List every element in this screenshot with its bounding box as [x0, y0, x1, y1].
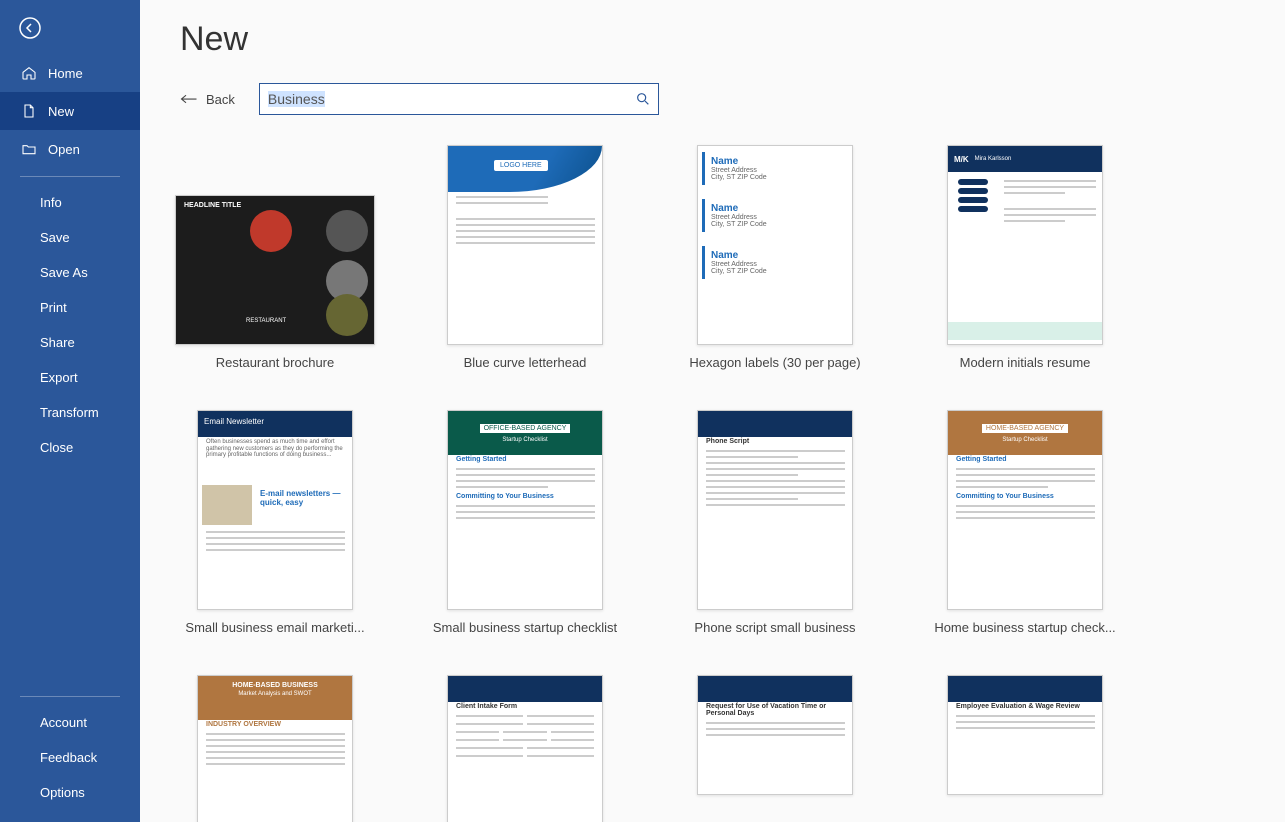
template-card[interactable]: Client Intake Form Small business client… — [430, 675, 620, 822]
sidebar-label: Home — [48, 66, 83, 81]
template-label: Small business startup checklist — [433, 620, 617, 635]
template-card[interactable]: Name Street Address City, ST ZIP Code Na… — [680, 145, 870, 370]
sidebar-item-save[interactable]: Save — [0, 220, 140, 255]
sidebar-item-share[interactable]: Share — [0, 325, 140, 360]
template-thumbnail: Request for Use of Vacation Time or Pers… — [697, 675, 853, 795]
template-card[interactable]: OFFICE-BASED AGENCY Startup Checklist Ge… — [430, 410, 620, 635]
template-thumbnail: Email Newsletter Often businesses spend … — [197, 410, 353, 610]
sidebar-item-open[interactable]: Open — [0, 130, 140, 168]
sidebar-item-transform[interactable]: Transform — [0, 395, 140, 430]
backstage-sidebar: Home New Open Info Save Save As Print Sh… — [0, 0, 140, 822]
template-thumbnail: HEADLINE TITLE RESTAURANT — [175, 195, 375, 345]
template-thumbnail: HOME-BASED BUSINESS Market Analysis and … — [197, 675, 353, 822]
sidebar-item-print[interactable]: Print — [0, 290, 140, 325]
template-card[interactable]: Email Newsletter Often businesses spend … — [180, 410, 370, 635]
template-card[interactable]: LOGO HERE Blue curve letterhead — [430, 145, 620, 370]
template-card[interactable]: Request for Use of Vacation Time or Pers… — [680, 675, 870, 822]
home-icon — [20, 64, 38, 82]
template-card[interactable]: HOME-BASED BUSINESS Market Analysis and … — [180, 675, 370, 822]
sidebar-separator — [20, 696, 120, 697]
template-thumbnail: M/K Mira Karlsson — [947, 145, 1103, 345]
sidebar-item-info[interactable]: Info — [0, 185, 140, 220]
sidebar-item-home[interactable]: Home — [0, 54, 140, 92]
template-thumbnail: LOGO HERE — [447, 145, 603, 345]
template-card[interactable]: Employee Evaluation & Wage Review — [930, 675, 1120, 822]
sidebar-item-feedback[interactable]: Feedback — [0, 740, 140, 775]
template-card[interactable]: HOME-BASED AGENCY Startup Checklist Gett… — [930, 410, 1120, 635]
template-card[interactable]: M/K Mira Karlsson — [930, 145, 1120, 370]
sidebar-separator — [20, 176, 120, 177]
template-search-box — [259, 83, 659, 115]
template-label: Phone script small business — [694, 620, 855, 635]
new-doc-icon — [20, 102, 38, 120]
template-card[interactable]: Phone Script Phone script small business — [680, 410, 870, 635]
sidebar-item-account[interactable]: Account — [0, 705, 140, 740]
template-label: Home business startup check... — [934, 620, 1115, 635]
template-card[interactable]: HEADLINE TITLE RESTAURANT Restaurant bro… — [180, 145, 370, 370]
template-thumbnail: Phone Script — [697, 410, 853, 610]
back-label: Back — [206, 92, 235, 107]
template-label: Restaurant brochure — [216, 355, 335, 370]
template-label: Blue curve letterhead — [464, 355, 587, 370]
template-label: Small business email marketi... — [185, 620, 364, 635]
template-thumbnail: Name Street Address City, ST ZIP Code Na… — [697, 145, 853, 345]
sidebar-item-new[interactable]: New — [0, 92, 140, 130]
back-link[interactable]: Back — [180, 92, 235, 107]
open-folder-icon — [20, 140, 38, 158]
search-input[interactable] — [260, 91, 628, 107]
template-thumbnail: Client Intake Form — [447, 675, 603, 822]
template-grid: HEADLINE TITLE RESTAURANT Restaurant bro… — [180, 145, 1285, 822]
main-panel: New Back HEADLINE TITLE — [140, 0, 1285, 822]
sidebar-item-close[interactable]: Close — [0, 430, 140, 465]
template-thumbnail: Employee Evaluation & Wage Review — [947, 675, 1103, 795]
template-label: Modern initials resume — [960, 355, 1091, 370]
back-circle-button[interactable] — [10, 8, 50, 48]
search-button[interactable] — [628, 84, 658, 114]
sidebar-item-save-as[interactable]: Save As — [0, 255, 140, 290]
template-label: Hexagon labels (30 per page) — [689, 355, 860, 370]
page-title: New — [180, 20, 1285, 59]
sidebar-item-export[interactable]: Export — [0, 360, 140, 395]
sidebar-item-options[interactable]: Options — [0, 775, 140, 810]
sidebar-label: Open — [48, 142, 80, 157]
sidebar-label: New — [48, 104, 74, 119]
template-thumbnail: HOME-BASED AGENCY Startup Checklist Gett… — [947, 410, 1103, 610]
template-thumbnail: OFFICE-BASED AGENCY Startup Checklist Ge… — [447, 410, 603, 610]
